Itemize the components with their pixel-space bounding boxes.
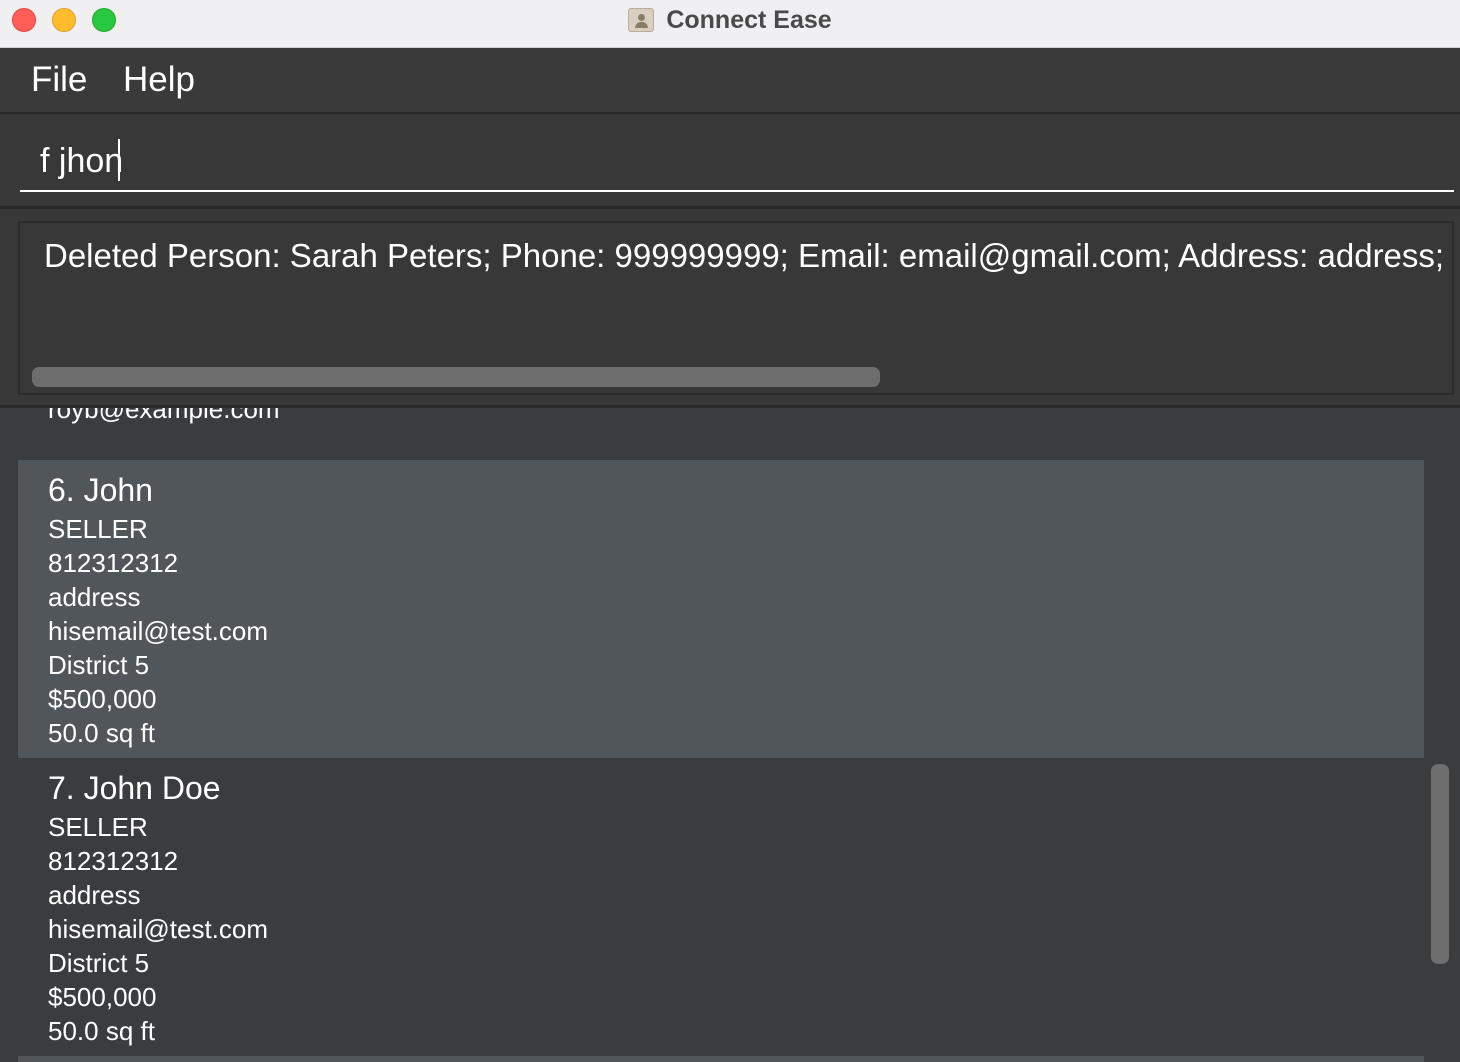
- person-district: District 5: [48, 948, 150, 978]
- result-display: Deleted Person: Sarah Peters; Phone: 999…: [18, 221, 1454, 395]
- person-role: SELLER: [48, 514, 148, 544]
- person-price: $500,000: [48, 684, 157, 714]
- person-phone: 812312312: [48, 846, 179, 876]
- person-role: SELLER: [48, 812, 148, 842]
- person-name: 6. John: [48, 472, 153, 508]
- person-name: 7. John Doe: [48, 770, 221, 806]
- result-text: Deleted Person: Sarah Peters; Phone: 999…: [44, 237, 1454, 274]
- person-size: 50.0 sq ft: [48, 1016, 155, 1046]
- person-address: address: [48, 880, 141, 910]
- title-wrap: Connect Ease: [0, 0, 1460, 40]
- command-input[interactable]: [20, 132, 1454, 192]
- command-box: [0, 114, 1460, 209]
- menu-bar: File Help: [0, 48, 1460, 114]
- person-district: District 5: [48, 650, 150, 680]
- person-card[interactable]: 7. John Doe SELLER 812312312 address his…: [18, 758, 1424, 1056]
- text-caret: [118, 139, 120, 181]
- list-item[interactable]: royb@example.com: [18, 408, 1424, 460]
- window-title: Connect Ease: [666, 5, 832, 34]
- person-email: royb@example.com: [48, 408, 280, 424]
- menu-help[interactable]: Help: [123, 60, 195, 100]
- person-list-panel: royb@example.com 6. John SELLER 81231231…: [0, 408, 1460, 1062]
- list-vertical-scrollbar[interactable]: [1431, 764, 1449, 964]
- list-item-next-partial[interactable]: [18, 1056, 1424, 1062]
- menu-file[interactable]: File: [31, 60, 87, 100]
- result-panel: Deleted Person: Sarah Peters; Phone: 999…: [0, 209, 1460, 408]
- person-phone: 812312312: [48, 548, 179, 578]
- title-bar: Connect Ease: [0, 0, 1460, 48]
- person-email: hisemail@test.com: [48, 616, 269, 646]
- person-email: hisemail@test.com: [48, 914, 269, 944]
- person-price: $500,000: [48, 982, 157, 1012]
- contacts-app-icon: [628, 8, 655, 32]
- person-card-selected[interactable]: 6. John SELLER 812312312 address hisemai…: [18, 460, 1424, 758]
- result-horizontal-scrollbar[interactable]: [32, 367, 880, 387]
- person-address: address: [48, 582, 141, 612]
- person-size: 50.0 sq ft: [48, 718, 155, 748]
